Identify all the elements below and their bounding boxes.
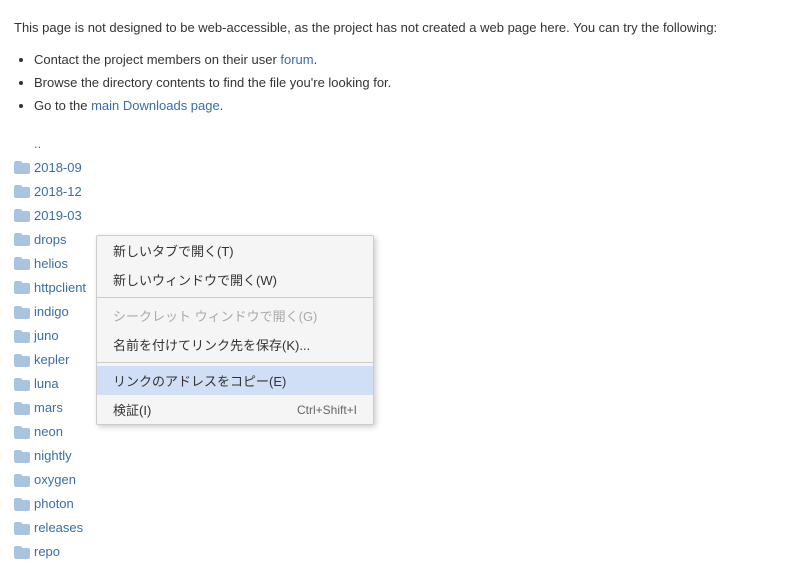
dir-link-2019-03[interactable]: 2019-03 (34, 204, 82, 228)
folder-icon (14, 354, 30, 367)
list-item: oxygen (14, 468, 792, 492)
bullet-3: Go to the main Downloads page. (34, 94, 792, 117)
context-menu-item-label: 新しいタブで開く(T) (113, 241, 234, 260)
folder-icon (14, 185, 30, 198)
downloads-link[interactable]: main Downloads page (91, 98, 220, 113)
bullet-2: Browse the directory contents to find th… (34, 71, 792, 94)
context-menu-item-label: 検証(I) (113, 400, 151, 419)
context-menu-item-save-link[interactable]: 名前を付けてリンク先を保存(K)... (97, 330, 373, 359)
context-menu-item-open-incognito: シークレット ウィンドウで開く(G) (97, 301, 373, 330)
dir-link-kepler[interactable]: kepler (34, 348, 69, 372)
dir-link-neon[interactable]: neon (34, 420, 63, 444)
context-menu-item-open-window[interactable]: 新しいウィンドウで開く(W) (97, 265, 373, 294)
dir-link-2018-09[interactable]: 2018-09 (34, 156, 82, 180)
dir-link-juno[interactable]: juno (34, 324, 59, 348)
context-menu-item-label: リンクのアドレスをコピー(E) (113, 371, 286, 390)
bullet-list: Contact the project members on their use… (34, 48, 792, 118)
list-item: repo (14, 540, 792, 564)
dir-link-releases[interactable]: releases (34, 516, 83, 540)
folder-icon (14, 450, 30, 463)
context-menu-item-label: シークレット ウィンドウで開く(G) (113, 306, 317, 325)
dir-link-httpclient[interactable]: httpclient (34, 276, 86, 300)
folder-icon (14, 161, 30, 174)
dir-link-2018-12[interactable]: 2018-12 (34, 180, 82, 204)
dir-link-mars[interactable]: mars (34, 396, 63, 420)
list-item: releases (14, 516, 792, 540)
folder-icon (14, 522, 30, 535)
folder-icon (14, 330, 30, 343)
list-item: nightly (14, 444, 792, 468)
list-item: .. (14, 132, 792, 156)
dir-link-photon[interactable]: photon (34, 492, 74, 516)
context-menu-item-open-tab[interactable]: 新しいタブで開く(T) (97, 236, 373, 265)
folder-icon (14, 546, 30, 559)
context-menu-divider-1 (97, 297, 373, 298)
context-menu-item-label: 名前を付けてリンク先を保存(K)... (113, 335, 310, 354)
context-menu: 新しいタブで開く(T) 新しいウィンドウで開く(W) シークレット ウィンドウで開く… (96, 235, 374, 425)
dir-link-helios[interactable]: helios (34, 252, 68, 276)
folder-icon (14, 209, 30, 222)
context-menu-item-copy-link[interactable]: リンクのアドレスをコピー(E) (97, 366, 373, 395)
list-item: photon (14, 492, 792, 516)
list-item: 2018-09 (14, 156, 792, 180)
folder-icon (14, 402, 30, 415)
folder-icon (14, 498, 30, 511)
context-menu-item-label: 新しいウィンドウで開く(W) (113, 270, 277, 289)
folder-icon (14, 474, 30, 487)
dir-link-indigo[interactable]: indigo (34, 300, 69, 324)
folder-icon (14, 281, 30, 294)
folder-icon (14, 306, 30, 319)
intro-text: This page is not designed to be web-acce… (14, 18, 792, 38)
folder-icon (14, 233, 30, 246)
dir-link-nightly[interactable]: nightly (34, 444, 72, 468)
dir-link-luna[interactable]: luna (34, 372, 59, 396)
list-item: 2019-03 (14, 204, 792, 228)
context-menu-divider-2 (97, 362, 373, 363)
dir-link-..[interactable]: .. (34, 132, 41, 156)
dir-link-oxygen[interactable]: oxygen (34, 468, 76, 492)
context-menu-item-inspect[interactable]: 検証(I) Ctrl+Shift+I (97, 395, 373, 424)
folder-icon (14, 426, 30, 439)
dir-link-drops[interactable]: drops (34, 228, 67, 252)
folder-icon (14, 378, 30, 391)
context-menu-item-shortcut: Ctrl+Shift+I (297, 403, 357, 417)
dir-link-repo[interactable]: repo (34, 540, 60, 564)
list-item: 2018-12 (14, 180, 792, 204)
folder-icon (14, 257, 30, 270)
bullet-1: Contact the project members on their use… (34, 48, 792, 71)
forum-link[interactable]: forum (280, 52, 313, 67)
